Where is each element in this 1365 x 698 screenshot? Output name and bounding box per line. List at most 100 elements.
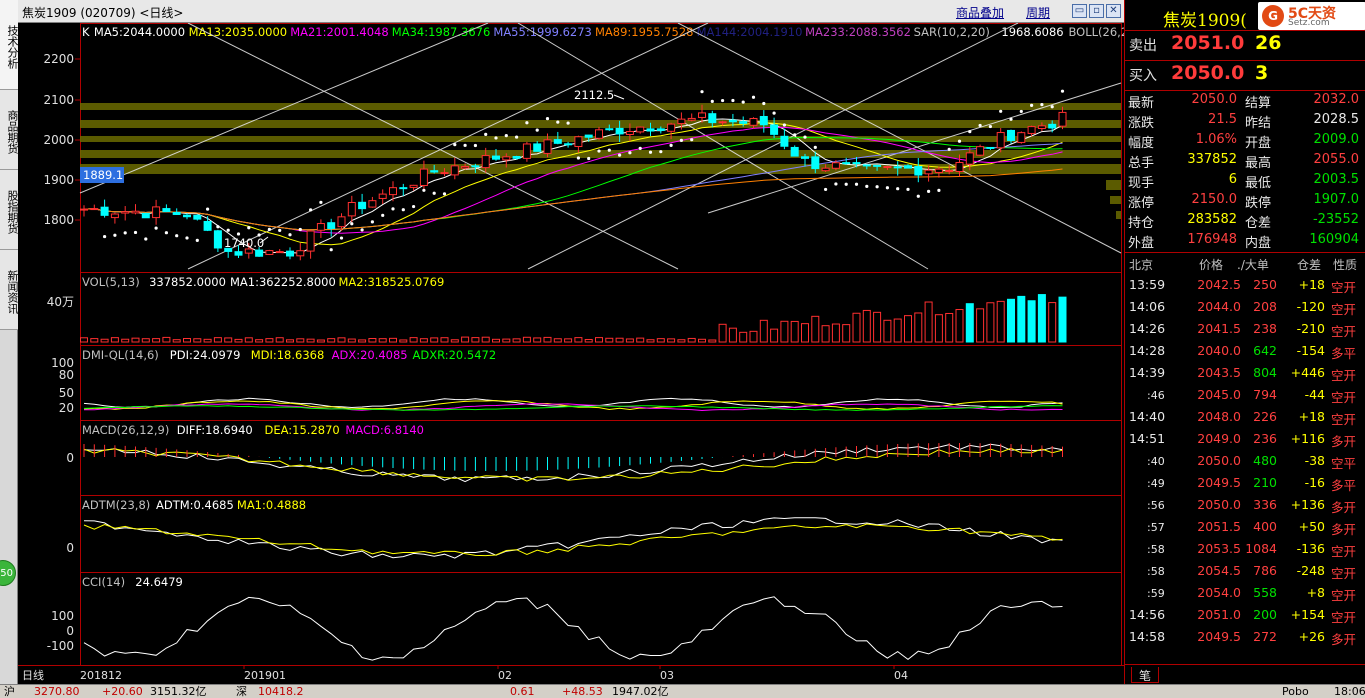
candle-body: [553, 139, 562, 144]
sar-dot: [144, 237, 148, 241]
tick-time: 14:28: [1129, 343, 1166, 358]
sar-dot: [731, 98, 735, 103]
kline-chart[interactable]: 2200 2100 2000 1900 1800 40万 100 80 50 2…: [18, 23, 1124, 684]
stat-label: 最低: [1245, 176, 1272, 191]
candle-body: [327, 222, 336, 229]
tick-row[interactable]: 14:06 2044.0 208 -120 空开: [1125, 296, 1365, 318]
legend-main-item: BOLL(26,2): [1069, 25, 1125, 39]
volume-bar: [450, 339, 459, 343]
price-marker: 1889.1: [83, 168, 123, 182]
tick-time: :57: [1147, 521, 1165, 534]
volume-bar: [698, 338, 706, 343]
candle-body: [945, 170, 954, 173]
tick-time: :56: [1147, 499, 1165, 512]
tick-row[interactable]: 14:51 2049.0 236 +116 多开: [1125, 428, 1365, 450]
stat-value: 21.5: [1208, 112, 1237, 127]
volume-bar: [193, 338, 202, 343]
candle-body: [255, 249, 264, 257]
tab-index-futures[interactable]: 股指期货: [0, 170, 19, 250]
stat-label: 结算: [1245, 96, 1272, 111]
restore-icon[interactable]: ▭: [1072, 4, 1087, 18]
tick-row[interactable]: :59 2054.0 558 +8 空开: [1125, 582, 1365, 604]
sar-dot: [164, 231, 168, 235]
tick-row[interactable]: 13:59 2042.5 250 +18 空开: [1125, 274, 1365, 296]
volume-bar: [955, 309, 964, 343]
candle-body: [873, 164, 882, 167]
tick-tab[interactable]: 笔: [1131, 667, 1159, 683]
candle-body: [368, 200, 377, 208]
sar-dot: [463, 143, 467, 147]
tab-news[interactable]: 新闻资讯: [0, 250, 19, 330]
status-item: 1947.02亿: [612, 685, 669, 698]
stat-row: 涨跌 21.5 昨结 2028.5: [1125, 112, 1365, 132]
tick-nature: 空平: [1331, 456, 1357, 471]
volume-bar: [172, 339, 181, 343]
tick-row[interactable]: :49 2049.5 210 -16 多平: [1125, 472, 1365, 494]
status-item: 3151.32亿: [150, 685, 207, 698]
volume-bar: [306, 338, 315, 343]
bid-row[interactable]: 买入 2050.0 3: [1125, 62, 1365, 90]
candle-body: [131, 210, 140, 214]
indicator-line: [83, 517, 1063, 559]
candle-body: [965, 152, 974, 165]
status-bar: 沪 3270.80 +20.60 3151.32亿 深 10418.2 0.61 +48.53…: [0, 684, 1365, 698]
volume-bar: [131, 337, 140, 343]
candle-body: [337, 216, 346, 228]
legend-dmi-item: ADXR:20.5472: [413, 348, 497, 362]
sar-dot: [133, 230, 138, 235]
cci-tick-0: 0: [66, 624, 74, 638]
candle-body: [296, 250, 305, 257]
close-icon[interactable]: ✕: [1106, 4, 1121, 18]
stat-label: 持仓: [1128, 216, 1155, 231]
ask-row[interactable]: 卖出 2051.0 26: [1125, 32, 1365, 60]
tab-technical-analysis[interactable]: 技术分析: [0, 0, 19, 90]
candle-body: [316, 223, 325, 231]
status-item: +20.60: [102, 685, 143, 698]
volume-bar: [842, 324, 851, 343]
status-item: Pobo: [1282, 685, 1309, 698]
stat-value: 176948: [1187, 232, 1237, 247]
candle-body: [162, 208, 171, 212]
tick-row[interactable]: 14:28 2040.0 642 -154 多平: [1125, 340, 1365, 362]
legend-vol-item: MA2:318525.0769: [339, 275, 445, 289]
tick-row[interactable]: :58 2054.5 786 -248 空开: [1125, 560, 1365, 582]
tick-row[interactable]: :58 2053.5 1084 -136 空开: [1125, 538, 1365, 560]
overlay-commodity-button[interactable]: 商品叠加: [956, 4, 1004, 21]
period-button[interactable]: 周期: [1026, 4, 1050, 21]
candle-body: [924, 169, 933, 175]
candle-body: [625, 131, 634, 135]
tick-row[interactable]: 14:56 2051.0 200 +154 空开: [1125, 604, 1365, 626]
tick-volume: 236: [1253, 431, 1277, 446]
tick-row[interactable]: :46 2045.0 794 -44 空开: [1125, 384, 1365, 406]
legend-vol-item: MA1:362252.8000: [230, 275, 336, 289]
tick-row[interactable]: 14:40 2048.0 226 +18 空开: [1125, 406, 1365, 428]
candle-body: [801, 156, 809, 159]
legend-adtm-item: ADTM(23,8): [82, 498, 150, 512]
tab-commodity-futures[interactable]: 商品期货: [0, 90, 19, 170]
stat-label: 涨停: [1128, 196, 1155, 211]
maximize-icon[interactable]: ▫: [1089, 4, 1104, 18]
tick-row[interactable]: 14:26 2041.5 238 -210 空开: [1125, 318, 1365, 340]
tick-time: :59: [1147, 587, 1165, 600]
tick-diff: +8: [1306, 585, 1325, 600]
volume-bar: [739, 331, 748, 343]
tick-row[interactable]: 14:39 2043.5 804 +446 空开: [1125, 362, 1365, 384]
sar-dot: [710, 99, 714, 103]
tick-diff: +116: [1290, 431, 1325, 446]
low-label: 1740.0: [224, 236, 264, 250]
volume-bar: [945, 312, 954, 343]
tick-row[interactable]: :40 2050.0 480 -38 空平: [1125, 450, 1365, 472]
tick-diff: +136: [1290, 497, 1325, 512]
volume-bar: [316, 339, 325, 343]
tick-row[interactable]: :57 2051.5 400 +50 多开: [1125, 516, 1365, 538]
tick-nature: 空开: [1331, 610, 1357, 625]
candle-body: [450, 165, 459, 176]
candle-body: [358, 201, 367, 210]
volume-bars: [80, 294, 1067, 343]
tick-nature: 空开: [1331, 324, 1357, 339]
candle-body: [1048, 123, 1057, 129]
tick-nature: 多平: [1331, 346, 1357, 361]
legend-adtm: ADTM(23,8) ADTM:0.4685 MA1:0.4888: [82, 498, 306, 512]
tick-row[interactable]: 14:58 2049.5 272 +26 多开: [1125, 626, 1365, 648]
tick-row[interactable]: :56 2050.0 336 +136 多开: [1125, 494, 1365, 516]
